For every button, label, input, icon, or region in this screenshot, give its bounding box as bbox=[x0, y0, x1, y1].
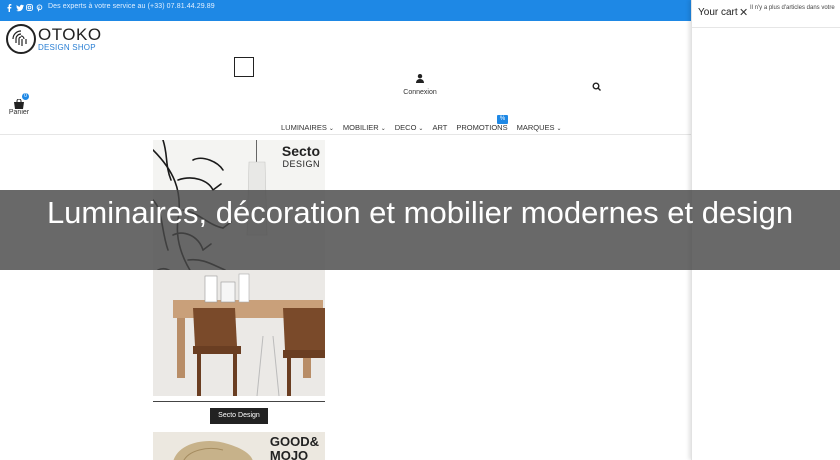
brand-title: Secto bbox=[281, 143, 320, 159]
brand-subtitle: MOJO bbox=[269, 447, 309, 460]
nav-item-art[interactable]: ART bbox=[432, 123, 447, 132]
nav-label: ART bbox=[432, 123, 448, 132]
card-divider bbox=[153, 401, 325, 402]
account-label: Connexion bbox=[403, 89, 437, 96]
chevron-down-icon: ⌄ bbox=[380, 126, 386, 132]
page-title: Luminaires, décoration et mobilier moder… bbox=[46, 195, 794, 230]
chevron-down-icon: ⌄ bbox=[418, 126, 424, 132]
header-divider bbox=[0, 134, 692, 135]
nav-label: LUMINAIRES bbox=[281, 123, 327, 132]
cart-link[interactable]: 0 Panier bbox=[8, 93, 30, 116]
fingerprint-logo-icon bbox=[6, 24, 36, 54]
drawer-divider bbox=[692, 27, 840, 28]
nav-item-marques[interactable]: MARQUES ⌄ bbox=[517, 123, 562, 132]
logo-name: OTOKO bbox=[38, 25, 102, 44]
account-link[interactable]: Connexion bbox=[400, 74, 440, 96]
main-nav: LUMINAIRES ⌄ MOBILIER ⌄ DECO ⌄ ART PROMOTIO… bbox=[281, 123, 562, 132]
nav-item-mobilier[interactable]: MOBILIER ⌄ bbox=[343, 123, 386, 132]
twitter-icon[interactable] bbox=[16, 4, 24, 12]
drawer-title: Your cart bbox=[698, 7, 738, 18]
facebook-icon[interactable] bbox=[6, 4, 13, 12]
nav-label: PROMOTIONS bbox=[456, 123, 508, 132]
product-card-good-mojo[interactable]: GOOD& MOJO bbox=[153, 432, 325, 460]
menu-toggle-checkbox[interactable] bbox=[234, 57, 254, 77]
user-icon bbox=[416, 74, 424, 83]
cart-count-badge: 0 bbox=[22, 93, 29, 100]
promo-badge: % bbox=[497, 115, 508, 124]
brand-title: GOOD& bbox=[269, 434, 319, 449]
nav-item-deco[interactable]: DECO ⌄ bbox=[395, 123, 424, 132]
instagram-icon[interactable] bbox=[26, 4, 33, 12]
shopping-bag-icon: 0 bbox=[13, 93, 29, 109]
pinterest-icon[interactable] bbox=[36, 4, 43, 12]
logo-tagline: DESIGN SHOP bbox=[38, 43, 96, 52]
chevron-down-icon: ⌄ bbox=[556, 126, 562, 132]
brand-button[interactable]: Secto Design bbox=[210, 408, 268, 424]
brand-subtitle: DESIGN bbox=[282, 159, 320, 169]
site-logo[interactable]: OTOKO DESIGN SHOP bbox=[6, 24, 102, 54]
title-overlay-banner: Luminaires, décoration et mobilier moder… bbox=[0, 190, 840, 270]
nav-label: MARQUES bbox=[516, 123, 555, 132]
nav-label: MOBILIER bbox=[342, 123, 379, 132]
close-icon[interactable]: ✕ bbox=[739, 8, 748, 19]
nav-item-luminaires[interactable]: LUMINAIRES ⌄ bbox=[281, 123, 334, 132]
nav-item-promotions[interactable]: PROMOTIONS bbox=[456, 123, 507, 132]
search-icon[interactable] bbox=[592, 82, 602, 92]
chevron-down-icon: ⌄ bbox=[328, 126, 334, 132]
empty-cart-message: Il n'y a plus d'articles dans votre bbox=[750, 5, 835, 11]
cart-label: Panier bbox=[8, 109, 30, 116]
contact-info: Des experts à votre service au (+33) 07.… bbox=[48, 3, 215, 10]
social-links bbox=[6, 4, 43, 12]
nav-label: DECO bbox=[394, 123, 417, 132]
